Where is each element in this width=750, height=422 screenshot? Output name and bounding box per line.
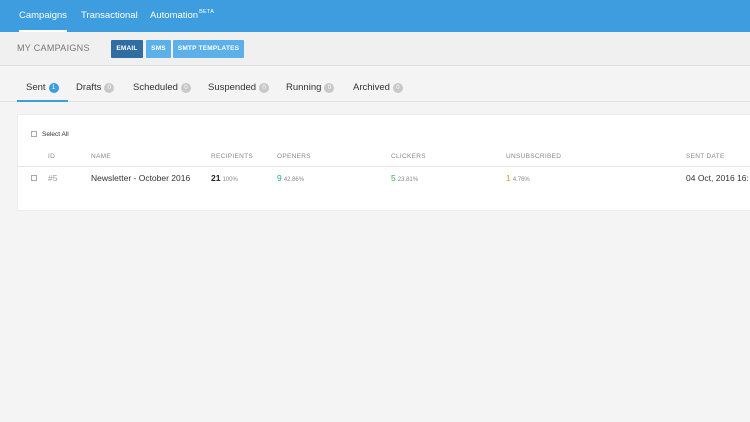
col-header-name: NAME: [91, 153, 111, 160]
tab-running-count: 0: [324, 83, 335, 93]
tab-suspended-count: 0: [259, 83, 270, 93]
tab-sent[interactable]: Sent 1: [17, 76, 68, 102]
clickers-pct: 23.81%: [397, 177, 419, 183]
nav-campaigns-label: Campaigns: [19, 10, 68, 21]
openers-count: 9: [277, 173, 282, 183]
beta-badge: BETA: [199, 9, 215, 15]
tab-scheduled[interactable]: Scheduled 0: [133, 76, 191, 102]
tab-suspended-label: Suspended: [208, 82, 257, 93]
nav-transactional-label: Transactional: [81, 10, 138, 21]
row-checkbox[interactable]: [31, 175, 37, 181]
tab-suspended[interactable]: Suspended 0: [208, 76, 270, 102]
nav-campaigns[interactable]: Campaigns: [19, 0, 68, 32]
tab-scheduled-count: 0: [180, 83, 191, 93]
row-unsubscribed: 1 4.76%: [506, 173, 530, 183]
tab-archived[interactable]: Archived 0: [353, 76, 403, 102]
tab-running[interactable]: Running 0: [286, 76, 335, 102]
campaigns-subheader: MY CAMPAIGNS EMAIL SMS SMTP TEMPLATES: [0, 32, 750, 66]
col-header-sent-date: SENT DATE: [686, 153, 725, 160]
page-title: MY CAMPAIGNS: [17, 43, 90, 53]
col-header-recipients: RECIPIENTS: [211, 153, 254, 160]
tab-drafts-count: 0: [104, 83, 115, 93]
top-nav: Campaigns Transactional AutomationBETA: [0, 0, 750, 32]
tab-archived-label: Archived: [353, 82, 390, 93]
tab-drafts-label: Drafts: [76, 82, 102, 93]
tab-sent-count: 1: [48, 83, 59, 93]
col-header-openers: OPENERS: [277, 153, 311, 160]
smtp-templates-button[interactable]: SMTP TEMPLATES: [173, 40, 244, 58]
unsubscribed-count: 1: [506, 173, 511, 183]
clickers-count: 5: [391, 173, 396, 183]
openers-pct: 42.86%: [283, 177, 305, 183]
nav-transactional[interactable]: Transactional: [81, 0, 138, 32]
col-header-id: ID: [48, 153, 56, 160]
nav-automation-label: Automation: [150, 10, 199, 21]
campaign-table-card: Select All ID NAME RECIPIENTS OPENERS CL…: [17, 114, 750, 211]
row-clickers: 5 23.81%: [391, 173, 418, 183]
tab-archived-count: 0: [392, 83, 403, 93]
tab-scheduled-label: Scheduled: [133, 82, 178, 93]
tab-running-label: Running: [286, 82, 322, 93]
row-recipients: 21 100%: [211, 173, 238, 183]
row-name[interactable]: Newsletter - October 2016: [91, 173, 190, 183]
recipients-pct: 100%: [222, 177, 238, 183]
col-header-unsubscribed: UNSUBSCRIBED: [506, 153, 562, 160]
select-all-label: Select All: [42, 131, 69, 138]
nav-automation[interactable]: AutomationBETA: [150, 0, 214, 32]
unsubscribed-pct: 4.76%: [512, 177, 530, 183]
row-openers: 9 42.86%: [277, 173, 304, 183]
row-sent-date: 04 Oct, 2016 16:: [686, 173, 749, 183]
email-button[interactable]: EMAIL: [111, 40, 143, 58]
select-all-checkbox[interactable]: [31, 131, 37, 137]
sms-button[interactable]: SMS: [146, 40, 171, 58]
campaign-status-tabs: Sent 1 Drafts 0 Scheduled 0 Suspended 0 Runn…: [0, 76, 750, 102]
tab-drafts[interactable]: Drafts 0: [76, 76, 115, 102]
tab-sent-label: Sent: [26, 82, 46, 93]
col-header-clickers: CLICKERS: [391, 153, 426, 160]
row-id: #5: [48, 173, 58, 183]
recipients-count: 21: [211, 173, 221, 183]
header-divider: [18, 166, 750, 167]
